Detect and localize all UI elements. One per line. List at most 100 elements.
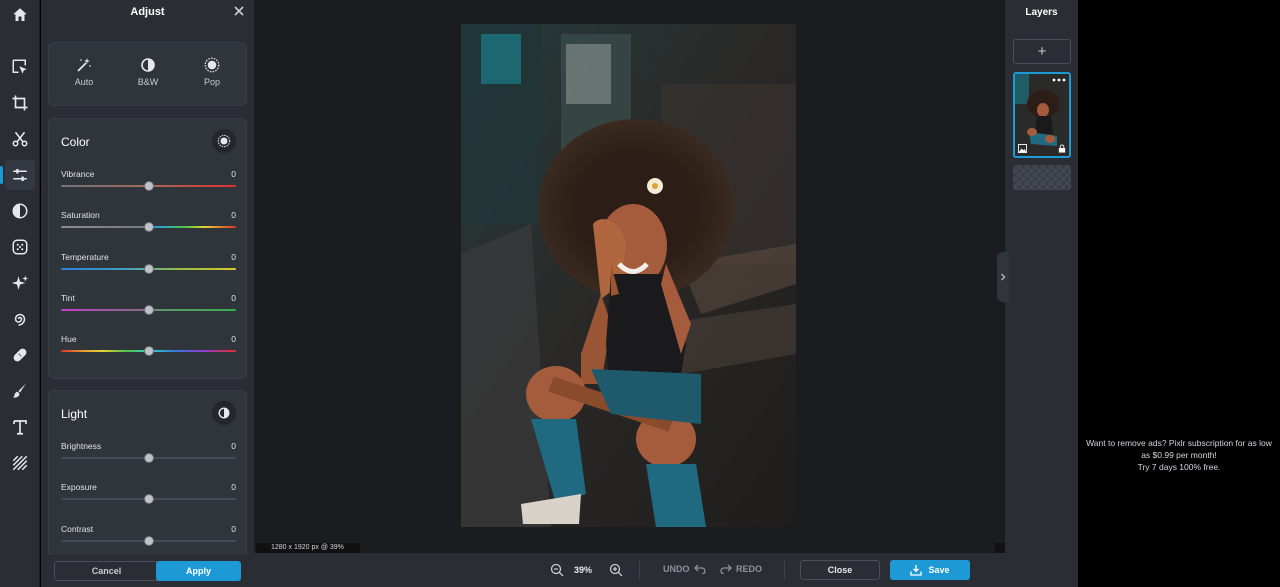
slider-label: Temperature xyxy=(61,252,109,262)
brush-tool[interactable] xyxy=(5,376,35,406)
bottom-bar: 39% UNDO REDO Close Save xyxy=(254,553,1005,587)
arrange-select-icon xyxy=(12,59,27,74)
lock-icon[interactable] xyxy=(1058,144,1066,153)
slider-label: Tint xyxy=(61,293,75,303)
photo-image[interactable] xyxy=(461,24,796,527)
brush-icon xyxy=(13,383,26,398)
adjust-panel: Adjust Auto B&W Pop Color Vibrance 0 Sat… xyxy=(41,0,254,587)
slider-handle[interactable] xyxy=(143,181,154,191)
slider-brightness: Brightness 0 xyxy=(61,441,236,471)
color-section: Color Vibrance 0 Saturation 0 Temperatur… xyxy=(48,118,247,379)
divider xyxy=(639,561,640,579)
slider-handle[interactable] xyxy=(143,346,154,356)
text-tool[interactable] xyxy=(5,412,35,442)
canvas-area[interactable]: 1280 x 1920 px @ 39% xyxy=(254,0,1005,553)
cutout-scissors-icon xyxy=(12,131,28,147)
undo-button[interactable]: UNDO xyxy=(663,564,706,574)
zoom-out-icon[interactable] xyxy=(550,563,564,577)
light-section: Light Brightness 0 Exposure 0 Contrast 0 xyxy=(48,390,247,555)
close-icon[interactable] xyxy=(232,4,246,18)
heal-tool[interactable] xyxy=(5,340,35,370)
slider-value: 0 xyxy=(231,482,236,492)
canvas-corner xyxy=(995,543,1005,553)
slider-value: 0 xyxy=(231,293,236,303)
chevron-right-icon xyxy=(1001,273,1006,281)
crop-tool[interactable] xyxy=(5,88,35,118)
save-label: Save xyxy=(928,565,950,575)
divider xyxy=(784,561,785,579)
layer-thumbnail[interactable] xyxy=(1013,72,1071,158)
zoom-in-icon[interactable] xyxy=(609,563,623,577)
color-reset-button[interactable] xyxy=(212,129,236,153)
image-info: 1280 x 1920 px @ 39% xyxy=(256,543,360,553)
slider-label: Brightness xyxy=(61,441,102,451)
undo-label: UNDO xyxy=(663,564,690,574)
adjust-tool[interactable] xyxy=(0,160,35,190)
cutout-tool[interactable] xyxy=(5,124,35,154)
preset-bw[interactable]: B&W xyxy=(123,57,173,87)
ad-message[interactable]: Want to remove ads? Pixlr subscription f… xyxy=(1084,437,1274,473)
apply-button[interactable]: Apply xyxy=(156,561,241,581)
slider-label: Hue xyxy=(61,334,77,344)
sparkle-icon xyxy=(11,275,29,290)
preset-pop[interactable]: Pop xyxy=(187,57,237,87)
effect-tool[interactable] xyxy=(5,232,35,262)
section-title-light: Light xyxy=(61,407,88,421)
slider-handle[interactable] xyxy=(143,264,154,274)
half-circle-icon xyxy=(141,58,155,72)
arrange-tool[interactable] xyxy=(5,52,35,82)
adjust-scroll-area[interactable]: Auto B&W Pop Color Vibrance 0 Saturation… xyxy=(41,32,254,555)
slider-vibrance: Vibrance 0 xyxy=(61,169,236,199)
slider-value: 0 xyxy=(231,252,236,262)
slider-handle[interactable] xyxy=(143,494,154,504)
slider-label: Vibrance xyxy=(61,169,95,179)
preset-auto[interactable]: Auto xyxy=(59,57,109,87)
redo-arrow-icon xyxy=(720,564,732,574)
pattern-tool[interactable] xyxy=(5,448,35,478)
magic-wand-icon xyxy=(77,58,91,72)
presets-card: Auto B&W Pop xyxy=(48,42,247,106)
ad-line: Want to remove ads? Pixlr subscription f… xyxy=(1086,438,1272,460)
pattern-lines-icon xyxy=(12,455,28,471)
adjust-sliders-icon xyxy=(13,169,27,181)
ad-panel: Want to remove ads? Pixlr subscription f… xyxy=(1078,0,1280,587)
filter-tool[interactable] xyxy=(5,196,35,226)
slider-saturation: Saturation 0 xyxy=(61,210,236,240)
slider-temperature: Temperature 0 xyxy=(61,252,236,282)
slider-handle[interactable] xyxy=(143,305,154,315)
save-button[interactable]: Save xyxy=(890,560,970,580)
slider-value: 0 xyxy=(231,334,236,344)
heal-bandage-icon xyxy=(13,348,27,362)
slider-handle[interactable] xyxy=(143,222,154,232)
liquify-swirl-icon xyxy=(14,313,26,326)
image-layer-icon xyxy=(1018,144,1027,153)
more-options-icon[interactable] xyxy=(1052,77,1066,83)
redo-label: REDO xyxy=(736,564,763,574)
redo-button[interactable]: REDO xyxy=(720,564,762,574)
slider-handle[interactable] xyxy=(143,536,154,546)
collapse-panel-button[interactable] xyxy=(997,252,1009,302)
filter-half-circle-icon xyxy=(12,203,28,219)
ai-tool[interactable] xyxy=(5,268,35,298)
empty-layer-slot[interactable] xyxy=(1013,165,1071,190)
home-button[interactable] xyxy=(5,0,35,30)
slider-label: Contrast xyxy=(61,524,94,534)
tool-strip xyxy=(0,0,40,587)
burst-icon xyxy=(204,57,220,73)
add-layer-button[interactable]: + xyxy=(1013,39,1071,64)
zoom-level[interactable]: 39% xyxy=(574,565,592,575)
close-button[interactable]: Close xyxy=(800,560,880,580)
panel-footer: Cancel Apply xyxy=(41,555,254,587)
download-icon xyxy=(910,565,923,576)
slider-label: Saturation xyxy=(61,210,100,220)
light-reset-button[interactable] xyxy=(212,401,236,425)
slider-value: 0 xyxy=(231,441,236,451)
liquify-tool[interactable] xyxy=(5,304,35,334)
slider-exposure: Exposure 0 xyxy=(61,482,236,512)
layers-panel: Layers + xyxy=(997,0,1078,587)
slider-value: 0 xyxy=(231,169,236,179)
preset-label: Pop xyxy=(203,77,220,87)
panel-header: Adjust xyxy=(41,0,254,24)
slider-handle[interactable] xyxy=(143,453,154,463)
cancel-button[interactable]: Cancel xyxy=(54,561,159,581)
